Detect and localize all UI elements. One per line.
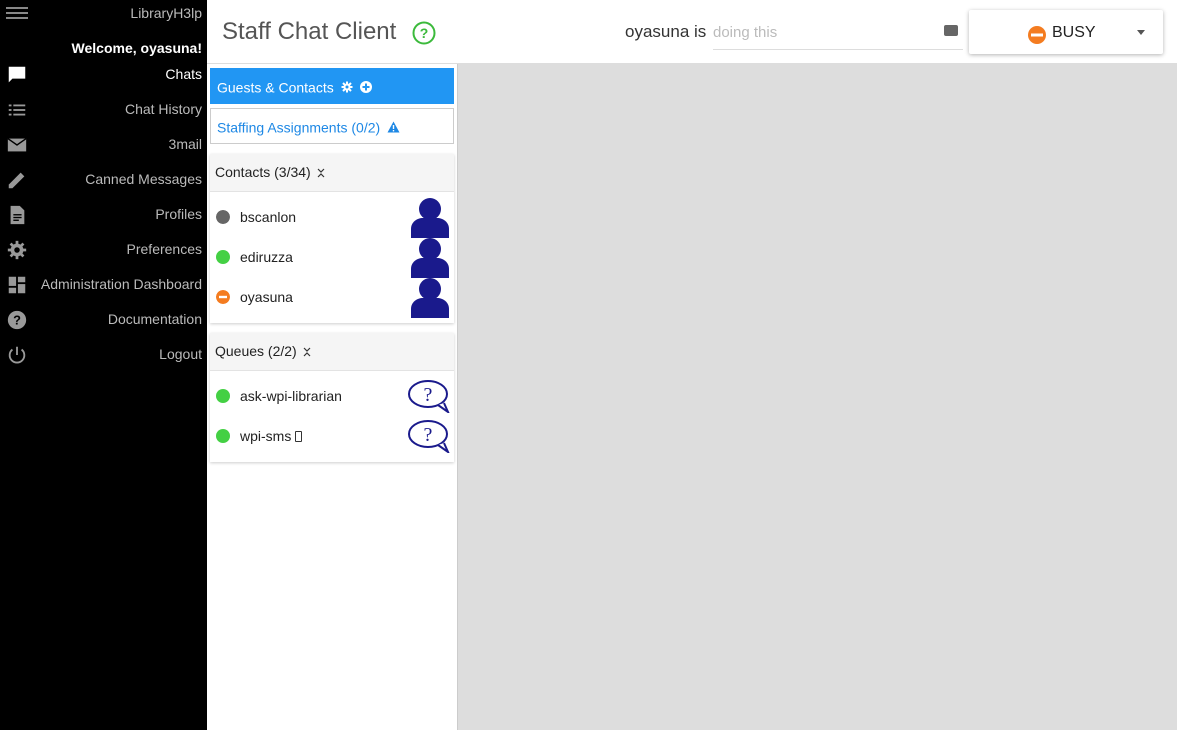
- brand-name: LibraryH3lp: [130, 5, 202, 21]
- queue-name-wrap: wpi-sms: [240, 428, 303, 444]
- top-header: Staff Chat Client ? oyasuna is BUSY: [207, 0, 1177, 64]
- sidebar-item-label: Preferences: [126, 241, 202, 257]
- contact-name: oyasuna: [240, 289, 293, 305]
- contacts-card: Contacts (3/34) bscanlon ediruzza oyasun…: [210, 154, 454, 323]
- sidebar-item-profiles[interactable]: Profiles: [0, 199, 207, 229]
- contact-name: bscanlon: [240, 209, 297, 225]
- tab-guests-contacts[interactable]: Guests & Contacts: [210, 68, 454, 104]
- sidebar-item-3mail[interactable]: 3mail: [0, 129, 207, 159]
- gear-icon: [7, 240, 27, 260]
- sidebar-item-label: Logout: [159, 346, 202, 362]
- document-icon: [10, 205, 25, 225]
- left-panel: Guests & Contacts Staffing Assignments (…: [207, 64, 457, 730]
- hamburger-menu-icon[interactable]: [6, 4, 28, 22]
- contact-row[interactable]: bscanlon: [210, 192, 454, 238]
- warning-icon: [387, 121, 400, 133]
- svg-text:?: ?: [420, 25, 429, 41]
- help-circle-icon[interactable]: ?: [412, 21, 436, 45]
- queue-row[interactable]: wpi-sms ?: [210, 411, 454, 453]
- question-bubble-icon: ?: [408, 420, 450, 453]
- sidebar-item-chats[interactable]: Chats: [0, 59, 207, 89]
- sidebar-item-label: Documentation: [107, 311, 202, 327]
- contact-row[interactable]: oyasuna: [210, 272, 454, 318]
- tab-label: Guests & Contacts: [217, 79, 334, 96]
- collapse-icon[interactable]: [303, 347, 311, 357]
- question-bubble-icon: ?: [408, 380, 450, 413]
- queues-header[interactable]: Queues (2/2): [210, 333, 454, 371]
- tab-label: Staffing Assignments (0/2): [217, 119, 381, 136]
- collapse-icon[interactable]: [317, 168, 325, 178]
- svg-text:?: ?: [13, 313, 21, 328]
- welcome-message: Welcome, oyasuna!: [71, 40, 202, 56]
- chat-content-area: [457, 64, 1177, 730]
- tab-staffing-assignments[interactable]: Staffing Assignments (0/2): [210, 108, 454, 144]
- queues-card: Queues (2/2) ask-wpi-librarian ? wpi-sms…: [210, 333, 454, 462]
- power-icon: [8, 346, 26, 364]
- available-status-icon: [216, 250, 230, 264]
- mail-icon: [7, 138, 27, 152]
- svg-text:?: ?: [424, 424, 433, 446]
- contacts-header[interactable]: Contacts (3/34): [210, 154, 454, 192]
- sidebar-item-logout[interactable]: Logout: [0, 339, 207, 369]
- sidebar-item-chat-history[interactable]: Chat History: [0, 94, 207, 124]
- sidebar-item-label: 3mail: [168, 136, 202, 152]
- mobile-phone-icon: [295, 431, 303, 442]
- keyboard-icon[interactable]: [944, 25, 958, 36]
- sidebar-item-label: Chats: [165, 66, 202, 82]
- available-status-icon: [216, 389, 230, 403]
- status-message-input[interactable]: [713, 16, 963, 50]
- queue-name: ask-wpi-librarian: [240, 388, 342, 404]
- sidebar: LibraryH3lp Welcome, oyasuna! Chats Chat…: [0, 0, 207, 730]
- queue-row[interactable]: ask-wpi-librarian ?: [210, 371, 454, 413]
- away-moon-icon: [216, 210, 230, 224]
- page-title: Staff Chat Client: [222, 18, 397, 45]
- user-avatar-icon: [411, 278, 449, 318]
- chat-bubble-icon: [8, 66, 26, 83]
- sidebar-item-canned-messages[interactable]: Canned Messages: [0, 164, 207, 194]
- contact-name: ediruzza: [240, 249, 293, 265]
- gear-icon[interactable]: [341, 81, 353, 93]
- help-icon: ?: [7, 310, 27, 330]
- sidebar-item-label: Canned Messages: [85, 171, 202, 187]
- contact-row[interactable]: ediruzza: [210, 232, 454, 278]
- busy-status-icon: [1028, 26, 1046, 44]
- chevron-down-icon: [1137, 30, 1145, 35]
- sidebar-item-administration-dashboard[interactable]: Administration Dashboard: [0, 269, 207, 299]
- add-circle-icon[interactable]: [359, 81, 372, 94]
- presence-label: BUSY: [1052, 24, 1096, 41]
- sidebar-item-label: Profiles: [155, 206, 202, 222]
- contacts-title: Contacts (3/34): [215, 164, 311, 180]
- status-prefix: oyasuna is: [625, 22, 707, 41]
- sidebar-item-label: Administration Dashboard: [40, 276, 202, 292]
- presence-dropdown[interactable]: BUSY: [969, 10, 1163, 54]
- sidebar-item-preferences[interactable]: Preferences: [0, 234, 207, 264]
- sidebar-item-documentation[interactable]: ? Documentation: [0, 304, 207, 334]
- busy-status-icon: [216, 290, 230, 304]
- dashboard-icon: [8, 276, 26, 294]
- pencil-icon: [8, 172, 25, 189]
- queue-name: wpi-sms: [240, 428, 292, 444]
- list-icon: [8, 104, 26, 116]
- svg-text:?: ?: [424, 384, 433, 406]
- available-status-icon: [216, 429, 230, 443]
- queues-title: Queues (2/2): [215, 343, 297, 359]
- sidebar-item-label: Chat History: [124, 101, 202, 117]
